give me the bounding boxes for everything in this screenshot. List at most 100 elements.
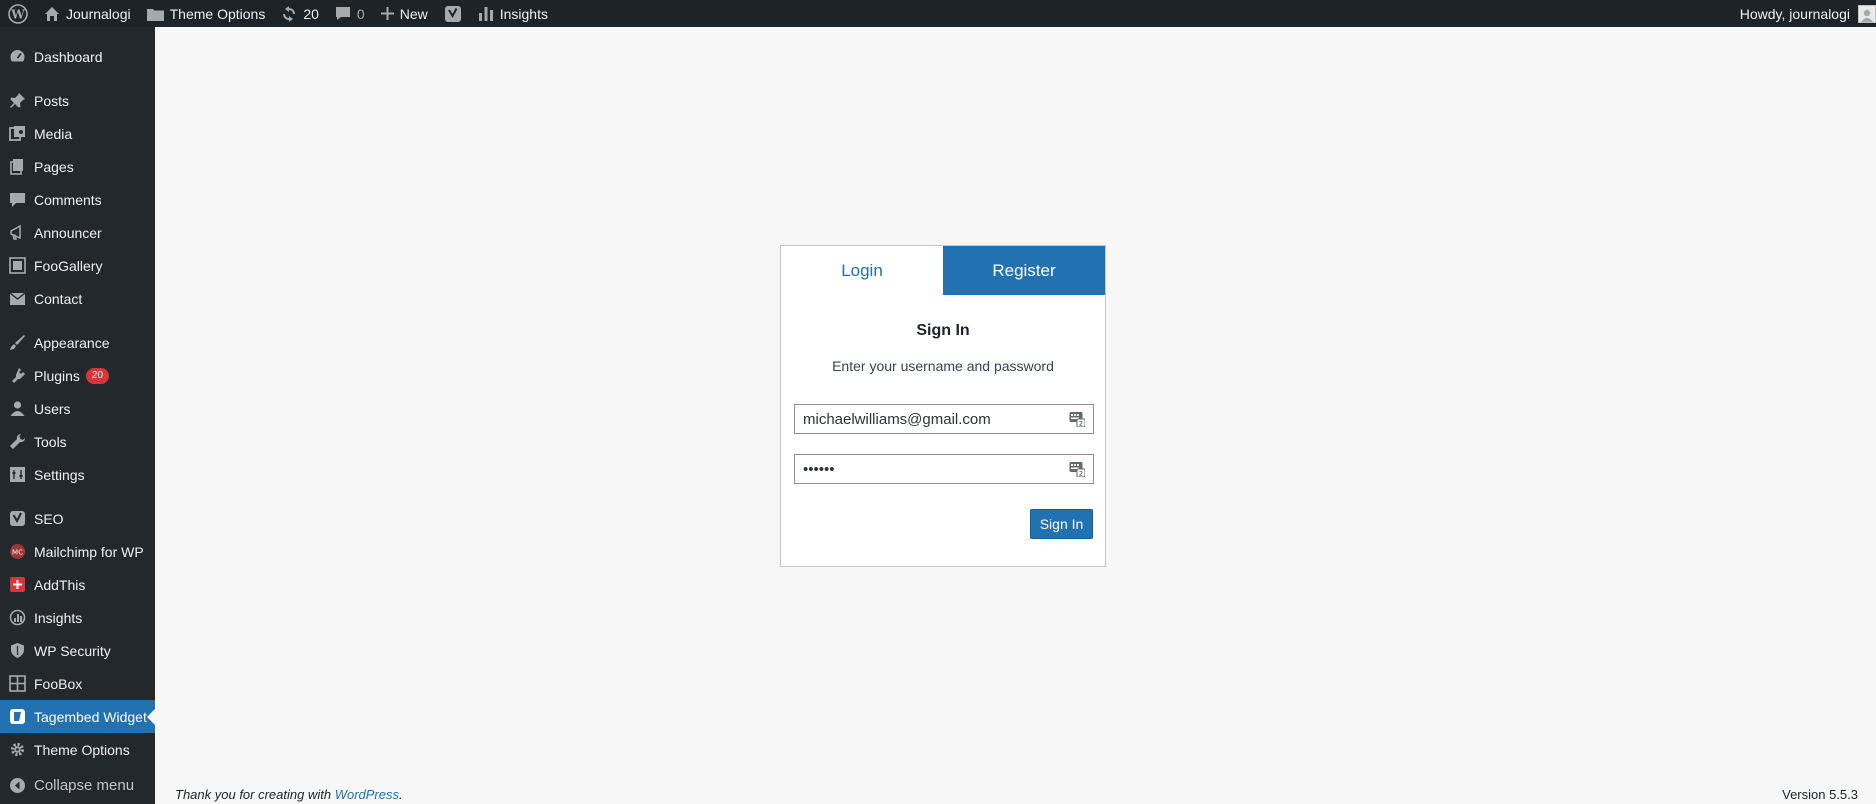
settings-icon [0, 466, 34, 483]
sidebar-item-pages[interactable]: Pages [0, 150, 155, 183]
dashboard-icon [0, 48, 34, 65]
admin-bar: W Journalogi Theme Options 20 0 New Insi… [0, 0, 1876, 27]
sidebar-item-addthis[interactable]: AddThis [0, 568, 155, 601]
shield-icon [0, 642, 34, 659]
sidebar-item-media[interactable]: Media [0, 117, 155, 150]
sidebar-item-label: AddThis [34, 576, 86, 593]
sidebar-item-label: Plugins [34, 367, 80, 384]
svg-text:MC: MC [12, 549, 23, 557]
password-value: •••••• [803, 460, 835, 478]
sidebar-item-label: Comments [34, 191, 102, 208]
megaphone-icon [0, 224, 34, 241]
sidebar-item-users[interactable]: Users [0, 392, 155, 425]
collapse-menu-button[interactable]: Collapse menu [0, 769, 155, 802]
email-value: michaelwilliams@gmail.com [803, 410, 991, 428]
updates-count: 20 [303, 5, 319, 22]
sidebar-item-label: FooBox [34, 675, 83, 692]
sidebar-item-label: Users [34, 400, 71, 417]
updates-link[interactable]: 20 [273, 0, 327, 27]
sidebar-item-label: Dashboard [34, 48, 103, 65]
theme-options-label: Theme Options [169, 5, 266, 22]
sign-in-subtitle: Enter your username and password [832, 358, 1054, 374]
tagembed-icon [0, 708, 34, 725]
sidebar-item-label: Tagembed Widget [34, 708, 147, 725]
site-name-label: Journalogi [66, 5, 131, 22]
sidebar-item-seo[interactable]: SEO [0, 502, 155, 535]
sidebar-item-label: SEO [34, 510, 64, 527]
brush-icon [0, 334, 34, 351]
gallery-icon [0, 257, 34, 274]
bar-chart-icon [478, 6, 494, 21]
sidebar-item-insights[interactable]: Insights [0, 601, 155, 634]
password-manager-icon[interactable]: 2 [1069, 461, 1086, 478]
sidebar-item-dashboard[interactable]: Dashboard [0, 40, 155, 73]
sidebar-item-foobox[interactable]: FooBox [0, 667, 155, 700]
footer-thanks: Thank you for creating with WordPress. [175, 787, 403, 802]
new-content-link[interactable]: New [373, 0, 436, 27]
sidebar-item-wp-security[interactable]: WP Security [0, 634, 155, 667]
plugin-icon [0, 367, 34, 384]
yoast-icon [444, 5, 462, 23]
yoast-icon [0, 510, 34, 527]
sidebar-item-appearance[interactable]: Appearance [0, 326, 155, 359]
sign-in-heading: Sign In [916, 322, 970, 339]
sidebar-item-plugins[interactable]: Plugins 20 [0, 359, 155, 392]
sidebar-item-label: Media [34, 125, 73, 142]
site-name-link[interactable]: Journalogi [36, 0, 139, 27]
sidebar-item-tagembed-widget[interactable]: Tagembed Widget [0, 700, 155, 733]
addthis-icon [0, 576, 34, 593]
my-account-menu[interactable]: Howdy, journalogi [1732, 0, 1876, 27]
sidebar-item-label: Tools [34, 433, 67, 450]
sidebar-item-posts[interactable]: Posts [0, 84, 155, 117]
sidebar-item-contact[interactable]: Contact [0, 282, 155, 315]
sidebar-item-label: WP Security [34, 642, 111, 659]
refresh-icon [281, 5, 297, 22]
collapse-icon [0, 777, 34, 794]
tab-register[interactable]: Register [943, 246, 1105, 295]
user-icon [0, 400, 34, 417]
sign-in-button[interactable]: Sign In [1030, 509, 1093, 539]
greeting-label: Howdy, journalogi [1739, 5, 1850, 22]
sidebar-item-label: Pages [34, 158, 74, 175]
insights-icon [0, 609, 34, 626]
theme-options-link[interactable]: Theme Options [139, 0, 274, 27]
yoast-menu[interactable] [436, 0, 470, 27]
sidebar-item-label: Insights [34, 609, 83, 626]
sidebar-item-tools[interactable]: Tools [0, 425, 155, 458]
sidebar-item-comments[interactable]: Comments [0, 183, 155, 216]
sidebar-item-label: Posts [34, 92, 70, 109]
sidebar-item-label: Settings [34, 466, 85, 483]
password-field[interactable]: •••••• 2 [794, 454, 1094, 484]
sidebar-item-theme-options[interactable]: Theme Options [0, 733, 155, 766]
comment-icon [0, 192, 34, 208]
wordpress-logo-icon[interactable]: W [0, 0, 36, 27]
folder-icon [146, 7, 164, 21]
svg-text:2: 2 [1079, 420, 1083, 428]
insights-link[interactable]: Insights [470, 0, 556, 27]
sidebar-item-mailchimp[interactable]: MC Mailchimp for WP [0, 535, 155, 568]
wordpress-link[interactable]: WordPress [335, 787, 399, 802]
sidebar-item-label: Theme Options [34, 741, 130, 758]
email-field[interactable]: michaelwilliams@gmail.com 2 [794, 404, 1094, 434]
collapse-menu-label: Collapse menu [34, 777, 135, 794]
mail-icon [0, 291, 34, 306]
footer-version: Version 5.5.3 [1782, 787, 1858, 802]
wrench-icon [0, 433, 34, 450]
plugins-update-badge: 20 [85, 367, 110, 384]
admin-sidebar: Dashboard Posts Media Pages Comments Ann… [0, 27, 155, 804]
comments-link[interactable]: 0 [327, 0, 373, 27]
sidebar-item-label: Appearance [34, 334, 110, 351]
comment-icon [335, 6, 351, 21]
sidebar-item-announcer[interactable]: Announcer [0, 216, 155, 249]
password-manager-icon[interactable]: 2 [1069, 411, 1086, 428]
media-icon [0, 125, 34, 142]
new-label: New [399, 5, 428, 22]
mailchimp-icon: MC [0, 543, 34, 560]
sidebar-item-foogallery[interactable]: FooGallery [0, 249, 155, 282]
footer-thanks-text: Thank you for creating with [175, 787, 335, 802]
sidebar-item-label: FooGallery [34, 257, 103, 274]
tab-login[interactable]: Login [781, 246, 943, 295]
login-card: Login Register Sign In Enter your userna… [780, 245, 1106, 567]
footer-thanks-suffix: . [399, 787, 403, 802]
sidebar-item-settings[interactable]: Settings [0, 458, 155, 491]
